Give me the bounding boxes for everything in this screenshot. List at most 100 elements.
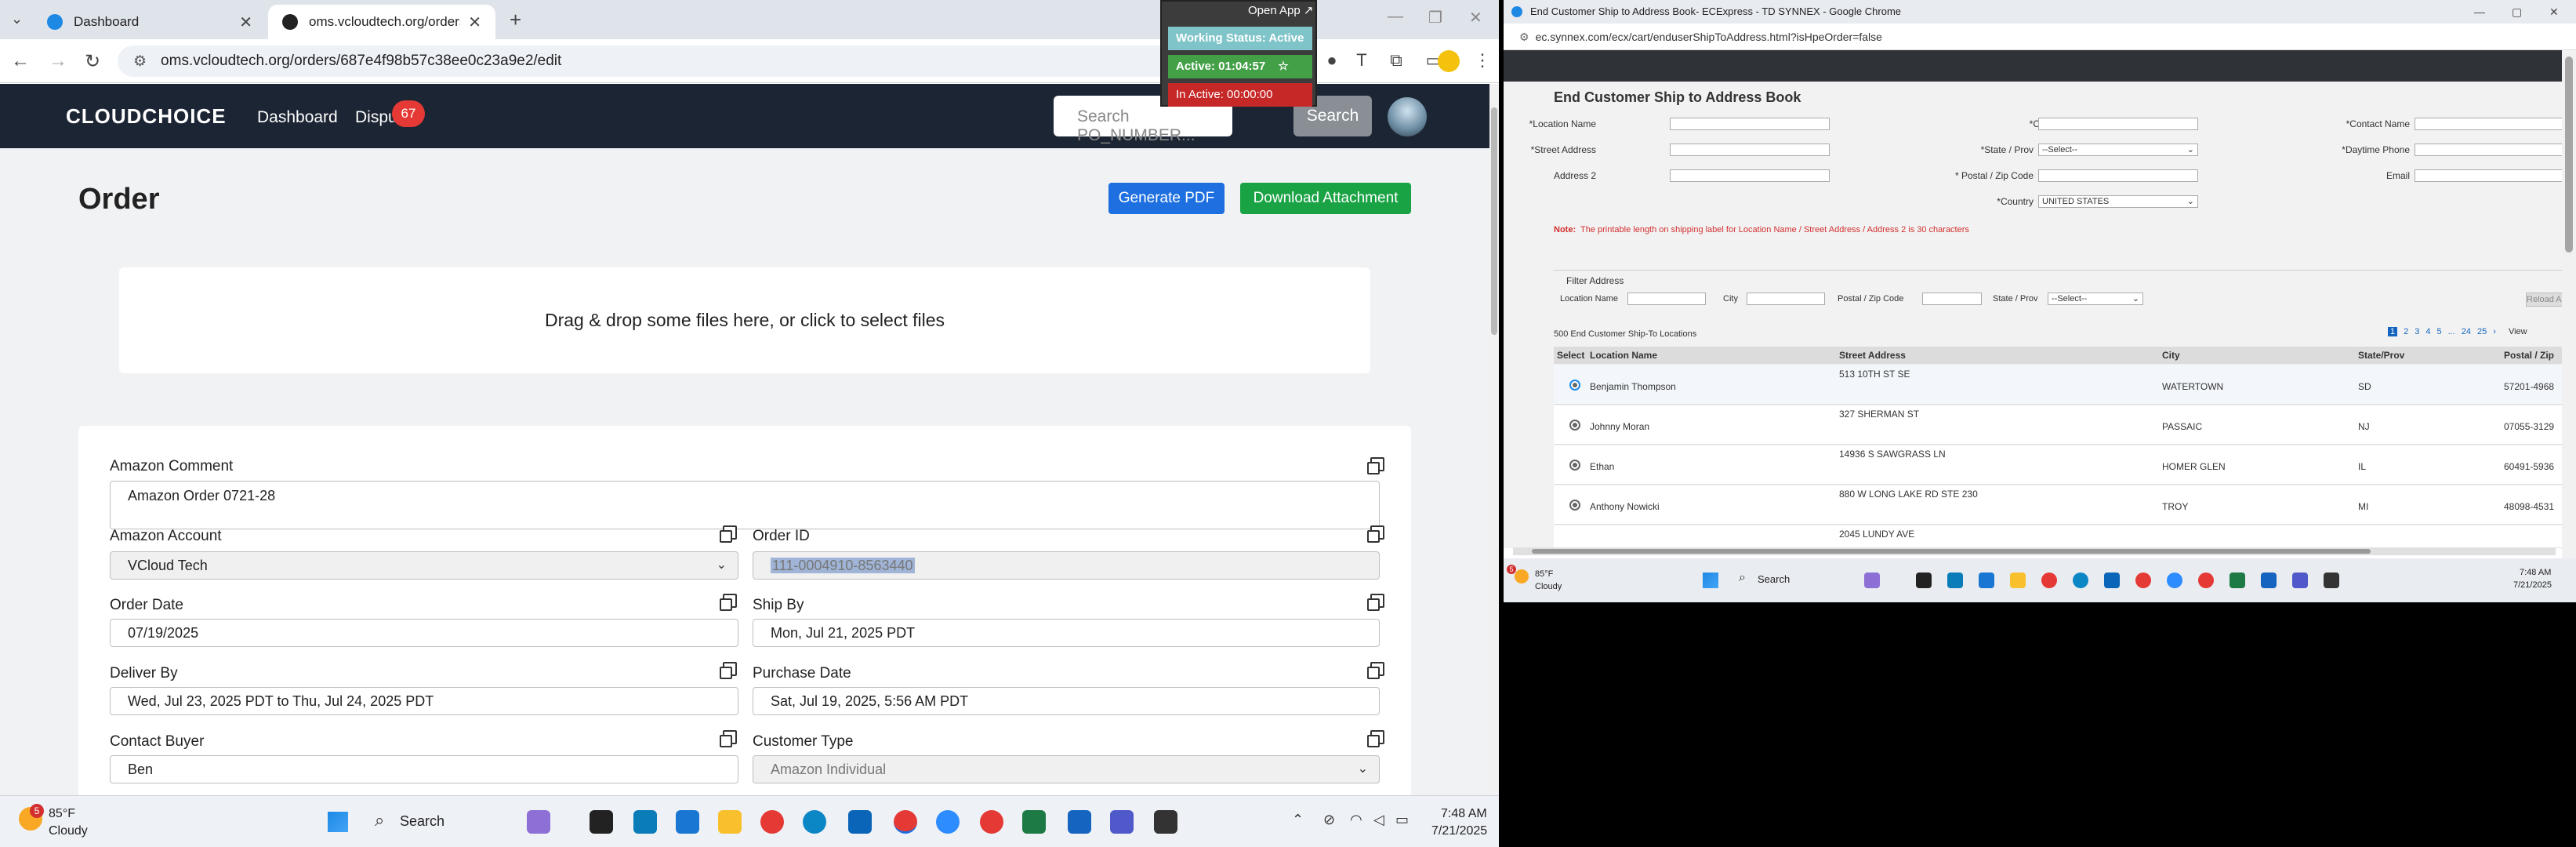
new-tab-icon[interactable]: + (510, 8, 521, 32)
star-icon[interactable]: ☆ (1278, 60, 1288, 73)
page-1[interactable]: 1 (2388, 327, 2398, 336)
weather-icon[interactable] (1515, 569, 1529, 583)
chrome-active-icon[interactable] (894, 810, 917, 834)
clock-time[interactable]: 7:48 AM (2520, 568, 2551, 577)
tab-dashboard[interactable]: Dashboard ✕ (33, 5, 267, 39)
deliver-by-field[interactable]: Wed, Jul 23, 2025 PDT to Thu, Jul 24, 20… (110, 687, 738, 715)
page-4[interactable]: 4 (2425, 327, 2430, 336)
windows-start-icon[interactable] (1703, 573, 1718, 588)
photos-icon[interactable] (1068, 810, 1091, 834)
url-field[interactable]: ⚙ oms.vcloudtech.org/orders/687e4f98b57c… (118, 45, 1215, 77)
copy-icon[interactable] (720, 662, 737, 679)
col-postal[interactable]: Postal / Zip (2504, 350, 2554, 361)
tab-list-icon[interactable]: ⌄ (11, 11, 23, 27)
purchase-date-field[interactable]: Sat, Jul 19, 2025, 5:56 AM PDT (753, 687, 1380, 715)
vertical-scrollbar[interactable] (2562, 50, 2576, 558)
maximize-icon[interactable]: ▢ (2512, 0, 2522, 24)
file-explorer-icon[interactable] (718, 810, 742, 834)
contact-name-input[interactable] (2415, 118, 2571, 130)
wifi-icon[interactable]: ◠ (1350, 812, 1362, 828)
table-row[interactable]: Ethan 14936 S SAWGRASS LN HOMER GLEN IL … (1554, 445, 2570, 485)
table-row[interactable]: Johnny Moran 327 SHERMAN ST PASSAIC NJ 0… (1554, 405, 2570, 445)
taskbar-search[interactable]: Search (1758, 573, 1790, 585)
contact-buyer-field[interactable]: Ben (110, 755, 738, 783)
minimize-icon[interactable]: — (1388, 8, 1403, 26)
teams-icon[interactable] (1110, 810, 1134, 834)
ship-by-field[interactable]: Mon, Jul 21, 2025 PDT (753, 619, 1380, 647)
copy-icon[interactable] (1367, 730, 1384, 747)
teams-icon[interactable] (2292, 573, 2308, 588)
copy-icon[interactable] (1367, 594, 1384, 611)
row-radio[interactable] (1569, 420, 1580, 431)
daytime-phone-input[interactable] (2415, 144, 2571, 156)
street-address-input[interactable] (1670, 144, 1830, 156)
copy-icon[interactable] (1367, 525, 1384, 543)
chrome-icon[interactable] (2041, 573, 2057, 588)
clock-date[interactable]: 7/21/2025 (1431, 824, 1487, 838)
download-attachment-button[interactable]: Download Attachment (1240, 183, 1411, 214)
copy-icon[interactable] (720, 525, 737, 543)
col-street-address[interactable]: Street Address (1839, 350, 1906, 361)
zoom-icon[interactable] (2167, 573, 2182, 588)
widgets-icon[interactable] (527, 810, 550, 834)
profile-icon[interactable] (1438, 50, 1460, 72)
copy-icon[interactable] (720, 730, 737, 747)
page-3[interactable]: 3 (2415, 327, 2419, 336)
col-location-name[interactable]: Location Name (1590, 350, 1657, 361)
site-info-icon[interactable]: ⚙ (133, 53, 147, 71)
page-24[interactable]: 24 (2462, 327, 2471, 336)
amazon-account-select[interactable]: VCloud Tech ⌄ (110, 551, 738, 580)
table-row[interactable]: 2045 LUNDY AVE (1554, 525, 2570, 548)
excel-icon[interactable] (2230, 573, 2245, 588)
file-explorer-icon[interactable] (2010, 573, 2026, 588)
photos-icon[interactable] (2261, 573, 2277, 588)
table-row[interactable]: Anthony Nowicki 880 W LONG LAKE RD STE 2… (1554, 485, 2570, 525)
app-icon[interactable] (1947, 573, 1963, 588)
app-icon[interactable] (633, 810, 657, 834)
filter-zip-input[interactable] (1922, 293, 1982, 305)
logo[interactable]: CLOUDCHOICE (66, 104, 227, 129)
copy-icon[interactable] (1367, 662, 1384, 679)
clock-time[interactable]: 7:48 AM (1441, 807, 1487, 821)
outlook-icon[interactable] (848, 810, 872, 834)
edge-icon[interactable] (803, 810, 826, 834)
tab-order[interactable]: oms.vcloudtech.org/orders/687 ✕ (268, 5, 495, 39)
chrome-active-icon[interactable] (2135, 573, 2151, 588)
scrollbar-thumb[interactable] (2565, 56, 2573, 253)
copy-icon[interactable] (1367, 457, 1384, 474)
generate-pdf-button[interactable]: Generate PDF (1108, 183, 1225, 214)
window-close-icon[interactable]: ✕ (2549, 0, 2559, 24)
filter-city-input[interactable] (1747, 293, 1825, 305)
amazon-comment-field[interactable]: Amazon Order 0721-28 (110, 481, 1380, 529)
email-input[interactable] (2415, 169, 2571, 182)
scrollbar-thumb[interactable] (1532, 549, 2371, 554)
chevron-up-icon[interactable]: ⌃ (1292, 812, 1304, 828)
volume-icon[interactable]: ◁ (1373, 812, 1384, 828)
file-dropzone[interactable]: Drag & drop some files here, or click to… (119, 267, 1370, 373)
page-scrollbar[interactable] (1489, 84, 1499, 795)
translate-icon[interactable]: T (1351, 50, 1372, 71)
reload-icon[interactable]: ↻ (85, 50, 100, 73)
app-icon-2[interactable] (1154, 810, 1177, 834)
nav-disputes[interactable]: Dispu (355, 108, 397, 127)
page-25[interactable]: 25 (2477, 327, 2487, 336)
row-radio[interactable] (1569, 380, 1580, 391)
zoom-icon[interactable] (936, 810, 960, 834)
outlook-icon[interactable] (2104, 573, 2120, 588)
task-view-icon[interactable] (1916, 573, 1932, 588)
row-radio[interactable] (1569, 460, 1580, 471)
task-view-icon[interactable] (590, 810, 613, 834)
back-icon[interactable]: ← (11, 50, 30, 72)
clock-date[interactable]: 7/21/2025 (2513, 580, 2552, 590)
city-input[interactable] (2038, 118, 2198, 130)
minimize-icon[interactable]: — (2474, 0, 2485, 24)
col-city[interactable]: City (2162, 350, 2180, 361)
filter-location-input[interactable] (1627, 293, 1706, 305)
close-icon[interactable]: ✕ (239, 13, 252, 32)
network-icon[interactable]: ⊘ (1323, 812, 1335, 828)
close-icon[interactable]: ✕ (468, 13, 481, 32)
battery-icon[interactable]: ▭ (1395, 812, 1409, 828)
extensions-puzzle-icon[interactable]: ⧉ (1386, 50, 1406, 71)
page-5[interactable]: 5 (2437, 327, 2442, 336)
postal-zip-input[interactable] (2038, 169, 2198, 182)
